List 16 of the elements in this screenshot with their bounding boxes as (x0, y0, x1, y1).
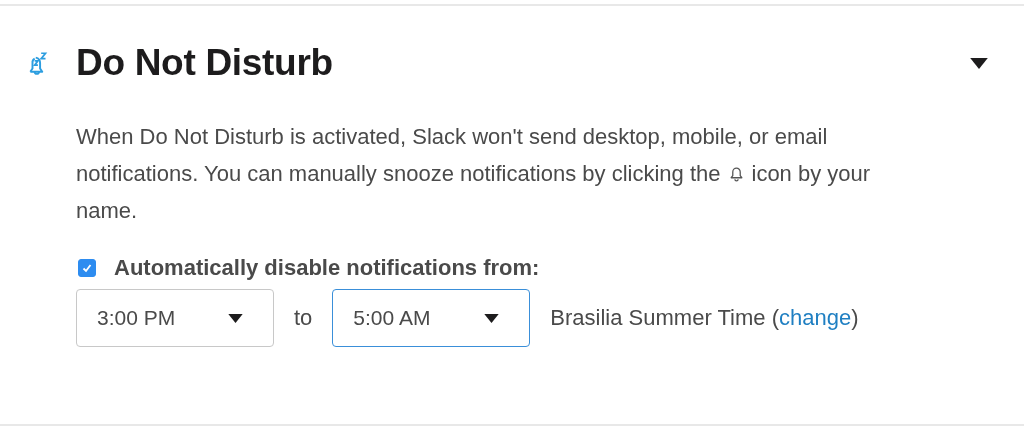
time-select[interactable]: 5:00 AM (332, 289, 531, 347)
caret-icon (228, 313, 243, 323)
change-link[interactable]: change (778, 305, 852, 330)
description-text: notifications. You can manually snooze notifications by clicking the (76, 160, 721, 188)
description-text: When Do Not Disturb is activated, Slack won't send desktop, mobile, or email (76, 123, 828, 151)
caret-icon (970, 57, 988, 69)
checkmark-icon (81, 262, 93, 274)
checkbox[interactable] (78, 259, 96, 277)
separator-text: to (294, 305, 313, 331)
description-text: icon by your (751, 160, 871, 188)
timezone-text: Brasilia Summer Time (change) (550, 305, 859, 331)
time-select[interactable]: 3:00 PM (76, 289, 274, 347)
checkbox-label: Automatically disable notifications from: (114, 255, 540, 281)
caret-icon (484, 313, 500, 323)
description-text: name. (76, 197, 138, 225)
section-title: Do Not Disturb (76, 42, 334, 84)
